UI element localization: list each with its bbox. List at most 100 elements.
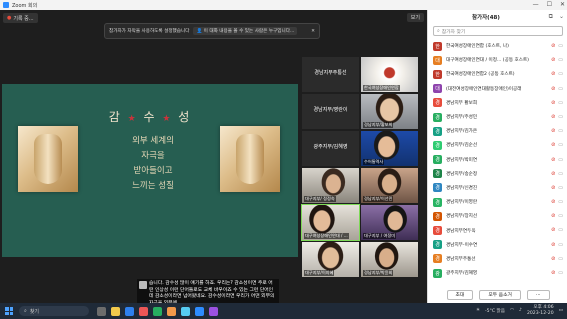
minimize-button[interactable]: — <box>533 1 539 8</box>
video-off-icon[interactable]: ▭ <box>558 171 563 177</box>
edge-browser-icon[interactable] <box>125 306 134 316</box>
zoom-taskbar-icon[interactable] <box>195 306 204 316</box>
mic-muted-icon[interactable]: ⊘ <box>551 86 555 92</box>
participant-row[interactable]: 경 경남지부/김가은 ⊘ ▭ <box>428 124 567 138</box>
mic-muted-icon[interactable]: ⊘ <box>551 114 555 120</box>
video-off-icon[interactable]: ▭ <box>558 157 563 163</box>
notice-close-icon[interactable]: ✕ <box>311 29 315 34</box>
mic-muted-icon[interactable]: ⊘ <box>551 157 555 163</box>
video-off-icon[interactable]: ▭ <box>558 213 563 219</box>
video-tile[interactable]: 대구지부 / 여정미 <box>361 205 418 240</box>
participant-row[interactable]: 대 대구여성장애인연대 / 이정... (공동 호스트) ⊘ ▭ <box>428 53 567 67</box>
participant-row[interactable]: 경 경남지부/김순선 ⊘ ▭ <box>428 138 567 152</box>
record-indicator[interactable]: ● 기록 중... <box>3 13 38 23</box>
mute-all-button[interactable]: 모두 음소거 <box>479 289 521 300</box>
clock[interactable]: 오후 4:06 2023-12-20 <box>527 305 554 316</box>
video-tile[interactable]: 대구여성장애인연대 / ... <box>301 204 360 241</box>
participant-row[interactable]: 경 경남지부/장지선 ⊘ ▭ <box>428 209 567 223</box>
title-bar: Zoom 회의 — ☐ ✕ <box>0 0 567 10</box>
view-button[interactable]: 보기 <box>406 13 424 22</box>
mic-muted-icon[interactable]: ⊘ <box>551 185 555 191</box>
mic-muted-icon[interactable]: ⊘ <box>551 242 555 248</box>
video-tile[interactable]: 대구지부/ 정정숙 <box>302 168 359 203</box>
participant-row[interactable]: 경 경남지부주통선 ⊘ ▭ <box>428 252 567 266</box>
video-off-icon[interactable]: ▭ <box>558 128 563 134</box>
video-off-icon[interactable]: ▭ <box>558 43 563 49</box>
video-tile[interactable]: 경남지부/황보희 <box>361 94 418 129</box>
popout-icon[interactable]: ⧉ <box>549 13 553 21</box>
participant-avatar: 광 <box>433 268 442 278</box>
participant-row[interactable]: 경 경남지부연두옥 ⊘ ▭ <box>428 223 567 237</box>
window-title: Zoom 회의 <box>12 2 38 9</box>
mic-muted-icon[interactable]: ⊘ <box>551 128 555 134</box>
mic-muted-icon[interactable]: ⊘ <box>551 142 555 148</box>
invite-button[interactable]: 초대 <box>446 289 474 300</box>
search-placeholder: 참가자 찾기 <box>441 29 466 35</box>
participant-row[interactable]: 경 경남지부/주성민 ⊘ ▭ <box>428 110 567 124</box>
mic-muted-icon[interactable]: ⊘ <box>551 171 555 177</box>
participant-row[interactable]: 경 경남지부/박미연 ⊘ ▭ <box>428 153 567 167</box>
mic-muted-icon[interactable]: ⊘ <box>551 227 555 233</box>
caption-notice: 참가자가 자막을 사용하도록 설정했습니다 👤 이 대화 내용을 볼 수 있는 … <box>104 23 320 39</box>
video-off-icon[interactable]: ▭ <box>558 100 563 106</box>
mic-muted-icon[interactable]: ⊘ <box>551 71 555 77</box>
caption-visibility-button[interactable]: 👤 이 대화 내용을 볼 수 있는 사람은 누구입니다... <box>193 27 298 35</box>
participant-row[interactable]: 한 한국여성장애인연합2 (공동 호스트) ⊘ ▭ <box>428 67 567 81</box>
file-explorer-icon[interactable] <box>111 306 120 316</box>
mic-muted-icon[interactable]: ⊘ <box>551 199 555 205</box>
caption-visibility-label: 이 대화 내용을 볼 수 있는 사람은 누구입니다... <box>203 29 295 34</box>
participant-row[interactable]: 경 경남지부/송순정 ⊘ ▭ <box>428 167 567 181</box>
app-icon[interactable] <box>139 306 148 316</box>
video-off-icon[interactable]: ▭ <box>558 114 563 120</box>
windows-start-icon[interactable] <box>5 307 13 315</box>
maximize-button[interactable]: ☐ <box>547 1 552 8</box>
video-off-icon[interactable]: ▭ <box>558 57 563 63</box>
mic-muted-icon[interactable]: ⊘ <box>551 43 555 49</box>
video-tile[interactable]: 대구지부/이지혜 <box>302 242 359 277</box>
more-button[interactable]: ... <box>526 289 550 300</box>
wifi-icon[interactable]: ◠ <box>510 308 514 313</box>
mic-muted-icon[interactable]: ⊘ <box>551 57 555 63</box>
mic-muted-icon[interactable]: ⊘ <box>551 100 555 106</box>
video-tile[interactable]: 경남지부주통선 <box>302 57 359 92</box>
mic-muted-icon[interactable]: ⊘ <box>551 256 555 262</box>
close-button[interactable]: ✕ <box>560 1 565 8</box>
video-tile[interactable]: 경남지부/박윤회 <box>361 242 418 277</box>
video-off-icon[interactable]: ▭ <box>558 270 563 276</box>
video-off-icon[interactable]: ▭ <box>558 71 563 77</box>
participant-search-input[interactable]: ⌕ 참가자 찾기 <box>433 26 563 36</box>
app-icon[interactable] <box>209 306 218 316</box>
video-off-icon[interactable]: ▭ <box>558 199 563 205</box>
video-tile[interactable]: 한국여성장애인연합 <box>361 57 418 92</box>
taskbar-search[interactable]: ⌕ 찾기 <box>19 306 89 316</box>
participant-row[interactable]: 경 경남지부/신경진 ⊘ ▭ <box>428 181 567 195</box>
chevron-down-icon[interactable]: ⌄ <box>559 13 564 21</box>
participant-row[interactable]: 광 광주지부/김혜영 ⊘ ▭ <box>428 266 567 280</box>
mic-muted-icon[interactable]: ⊘ <box>551 213 555 219</box>
video-off-icon[interactable]: ▭ <box>558 256 563 262</box>
video-tile[interactable]: 경남지부/이선민 <box>361 168 418 203</box>
participant-row[interactable]: 경 경남지부 황보희 ⊘ ▭ <box>428 96 567 110</box>
app-icon[interactable] <box>167 306 176 316</box>
app-icon[interactable] <box>153 306 162 316</box>
participant-row[interactable]: 대 (대전여성장애인연대활동장애인)이공래 ⊘ ▭ <box>428 82 567 96</box>
video-tile[interactable]: 수어통역사 <box>361 131 418 166</box>
volume-icon[interactable]: ♪ <box>519 308 522 313</box>
participant-name: 한국여성장애인연합 (호스트, 나) <box>446 44 509 50</box>
video-tile[interactable]: 광주지부/김혜영 <box>302 131 359 166</box>
video-off-icon[interactable]: ▭ <box>558 185 563 191</box>
task-view-icon[interactable] <box>97 306 106 316</box>
participant-row[interactable]: 경 경남지부/이영란 ⊘ ▭ <box>428 195 567 209</box>
slide-line: 자극을 <box>141 151 165 161</box>
app-icon[interactable] <box>181 306 190 316</box>
participant-avatar: 경 <box>433 197 442 207</box>
mic-muted-icon[interactable]: ⊘ <box>551 270 555 276</box>
video-off-icon[interactable]: ▭ <box>558 86 563 92</box>
participant-row[interactable]: 한 한국여성장애인연합 (호스트, 나) ⊘ ▭ <box>428 39 567 53</box>
video-off-icon[interactable]: ▭ <box>558 227 563 233</box>
video-off-icon[interactable]: ▭ <box>558 142 563 148</box>
notification-icon[interactable]: ▭ <box>559 308 563 313</box>
video-off-icon[interactable]: ▭ <box>558 242 563 248</box>
video-tile[interactable]: 경남지부/영란이 <box>302 94 359 129</box>
participant-row[interactable]: 경 경남지부-이수연 ⊘ ▭ <box>428 238 567 252</box>
